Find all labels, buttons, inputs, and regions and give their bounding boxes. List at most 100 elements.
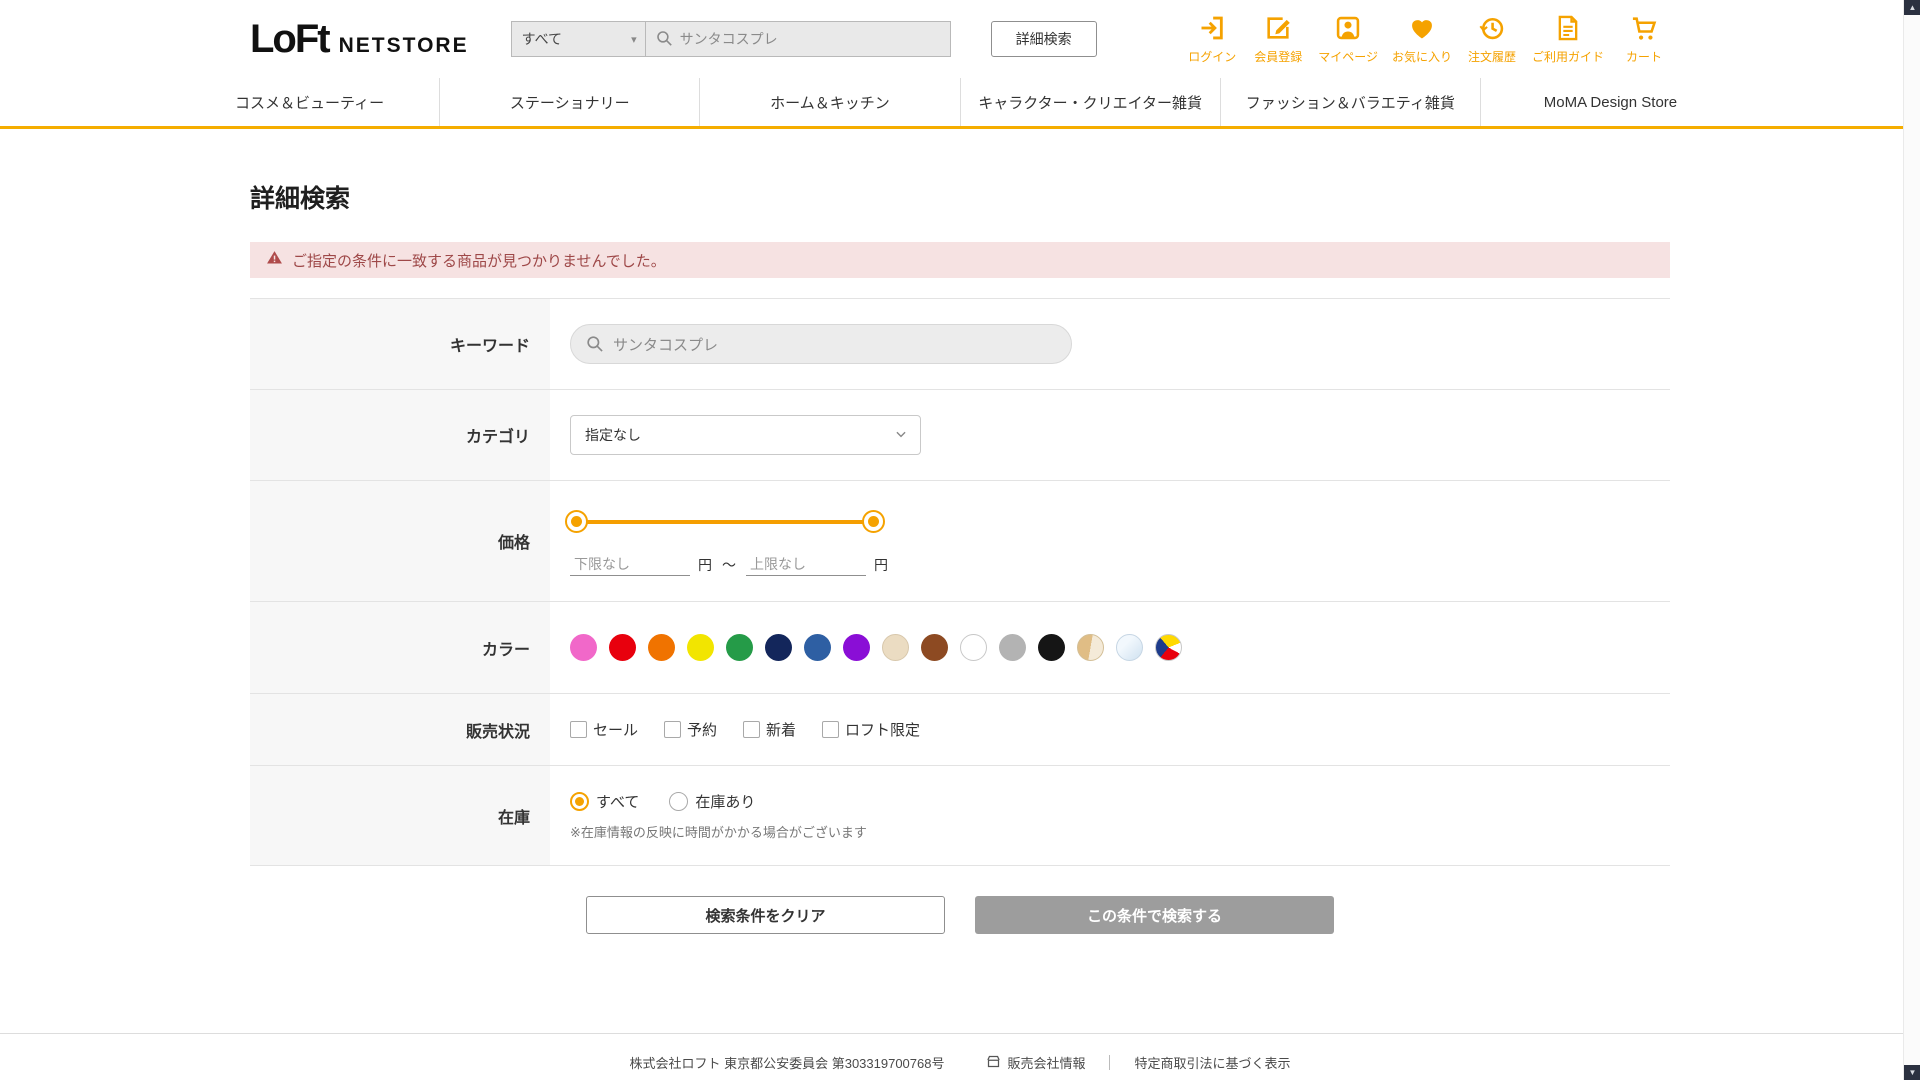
category-row: カテゴリ 指定なし	[250, 390, 1670, 481]
stock-radio-all-dot[interactable]	[570, 791, 589, 811]
search-scope-select[interactable]: すべて ▾	[510, 21, 646, 57]
category-label: カテゴリ	[250, 390, 550, 480]
mypage-icon	[1334, 14, 1362, 47]
stock-row: 在庫 すべて 在庫あり ※在庫情報の反映に時間がかかる場合がございます	[250, 766, 1670, 866]
chevron-down-icon	[894, 427, 908, 444]
store-icon	[986, 1054, 1001, 1072]
checkbox-new[interactable]: 新着	[743, 719, 796, 740]
search-form: キーワード カテゴリ 指定なし	[250, 298, 1670, 866]
clear-conditions-button[interactable]: 検索条件をクリア	[586, 896, 945, 934]
color-swatch-yellow[interactable]	[687, 634, 714, 661]
favorites-link[interactable]: お気に入り	[1392, 14, 1452, 65]
order-history-link[interactable]: 注文履歴	[1466, 14, 1518, 65]
color-row: カラー	[250, 602, 1670, 694]
checkbox-loft-limited-box[interactable]	[822, 721, 840, 738]
color-label: カラー	[250, 602, 550, 693]
price-min-unit: 円	[698, 556, 712, 573]
price-slider-track	[576, 520, 874, 524]
header-search-input[interactable]	[645, 21, 951, 57]
color-swatch-black[interactable]	[1038, 634, 1065, 661]
category-nav: コスメ＆ビューティー ステーショナリー ホーム＆キッチン キャラクター・クリエイ…	[0, 78, 1920, 129]
nav-item-home-kitchen[interactable]: ホーム＆キッチン	[699, 78, 959, 126]
checkbox-new-box[interactable]	[743, 721, 761, 738]
nav-item-stationery[interactable]: ステーショナリー	[439, 78, 699, 126]
loft-logo[interactable]: LoFt NETSTORE	[250, 17, 469, 62]
color-swatch-orange[interactable]	[648, 634, 675, 661]
sales-status-row: 販売状況 セール 予約 新着 ロフト限定	[250, 694, 1670, 766]
chevron-down-icon: ▾	[631, 33, 637, 46]
header-search: すべて ▾ 詳細検索	[510, 21, 1097, 57]
scrollbar-track[interactable]: ▲ ▼	[1903, 0, 1920, 1080]
login-link[interactable]: ログイン	[1186, 14, 1238, 65]
heart-icon	[1408, 14, 1436, 47]
footer-company-text: 株式会社ロフト 東京都公安委員会 第303319700768号	[629, 1056, 945, 1071]
color-swatch-red[interactable]	[609, 634, 636, 661]
alert-message: ご指定の条件に一致する商品が見つかりませんでした。	[292, 252, 666, 270]
color-swatch-navy[interactable]	[765, 634, 792, 661]
warning-icon	[266, 249, 283, 271]
price-range-slider	[565, 510, 885, 533]
header: LoFt NETSTORE すべて ▾ 詳細検索 ログイン	[0, 0, 1920, 78]
price-min-input[interactable]	[570, 553, 690, 576]
price-max-input[interactable]	[746, 553, 866, 576]
color-swatch-blue[interactable]	[804, 634, 831, 661]
sales-status-label: 販売状況	[250, 694, 550, 765]
color-swatch-pink[interactable]	[570, 634, 597, 661]
footer-company-info-link[interactable]: 販売会社情報	[986, 1053, 1085, 1072]
color-swatch-clear[interactable]	[1116, 634, 1143, 661]
color-swatch-white[interactable]	[960, 634, 987, 661]
checkbox-sale[interactable]: セール	[570, 719, 638, 740]
nav-item-character[interactable]: キャラクター・クリエイター雑貨	[959, 78, 1220, 126]
color-swatch-row	[570, 634, 1182, 661]
color-swatch-gold[interactable]	[1077, 634, 1104, 661]
search-icon	[655, 29, 674, 53]
nav-item-moma[interactable]: MoMA Design Store	[1479, 78, 1740, 126]
stock-radio-all[interactable]: すべて	[570, 791, 639, 812]
price-slider-handle-min[interactable]	[565, 510, 588, 533]
color-swatch-beige[interactable]	[882, 634, 909, 661]
category-select-value: 指定なし	[585, 427, 641, 443]
search-submit-button[interactable]: この条件で検索する	[975, 896, 1334, 934]
history-icon	[1478, 14, 1506, 47]
register-link[interactable]: 会員登録	[1252, 14, 1304, 65]
color-swatch-gray[interactable]	[999, 634, 1026, 661]
color-swatch-brown[interactable]	[921, 634, 948, 661]
scrollbar-up-arrow[interactable]: ▲	[1904, 0, 1920, 15]
color-swatch-green[interactable]	[726, 634, 753, 661]
keyword-label: キーワード	[250, 299, 550, 389]
search-scope-value: すべて	[521, 31, 563, 47]
page-title: 詳細検索	[250, 185, 351, 213]
checkbox-sale-box[interactable]	[570, 721, 587, 738]
guide-link[interactable]: ご利用ガイド	[1532, 14, 1604, 65]
stock-note: ※在庫情報の反映に時間がかかる場合がございます	[570, 824, 867, 840]
checkbox-reserve[interactable]: 予約	[664, 719, 717, 740]
logo-netstore-text: NETSTORE	[338, 33, 469, 57]
scrollbar-down-arrow[interactable]: ▼	[1904, 1065, 1920, 1080]
footer: 株式会社ロフト 東京都公安委員会 第303319700768号 販売会社情報 特…	[0, 1033, 1920, 1080]
nav-item-fashion[interactable]: ファッション＆バラエティ雑貨	[1219, 78, 1480, 126]
cart-icon	[1630, 14, 1658, 47]
footer-separator	[1109, 1055, 1111, 1070]
stock-radio-instock[interactable]: 在庫あり	[669, 791, 755, 812]
price-tilde: ～	[722, 556, 736, 573]
price-row: 価格 円 ～ 円	[250, 481, 1670, 602]
price-slider-handle-max[interactable]	[862, 510, 885, 533]
nav-item-cosme[interactable]: コスメ＆ビューティー	[180, 78, 439, 126]
stock-radio-instock-dot[interactable]	[669, 791, 689, 811]
price-max-unit: 円	[874, 556, 888, 573]
checkbox-reserve-box[interactable]	[664, 721, 682, 738]
advanced-search-button[interactable]: 詳細検索	[990, 21, 1097, 57]
keyword-row: キーワード	[250, 299, 1670, 390]
checkbox-loft-limited[interactable]: ロフト限定	[822, 719, 920, 740]
keyword-input[interactable]	[570, 324, 1072, 364]
category-select[interactable]: 指定なし	[570, 415, 921, 455]
search-icon	[585, 334, 605, 359]
no-results-alert: ご指定の条件に一致する商品が見つかりませんでした。	[250, 242, 1670, 278]
register-icon	[1264, 14, 1292, 47]
mypage-link[interactable]: マイページ	[1318, 14, 1378, 65]
price-label: 価格	[250, 481, 550, 601]
color-swatch-purple[interactable]	[843, 634, 870, 661]
footer-tokutei-link[interactable]: 特定商取引法に基づく表示	[1134, 1053, 1290, 1072]
cart-link[interactable]: カート	[1618, 14, 1670, 65]
color-swatch-multi[interactable]	[1155, 634, 1182, 661]
